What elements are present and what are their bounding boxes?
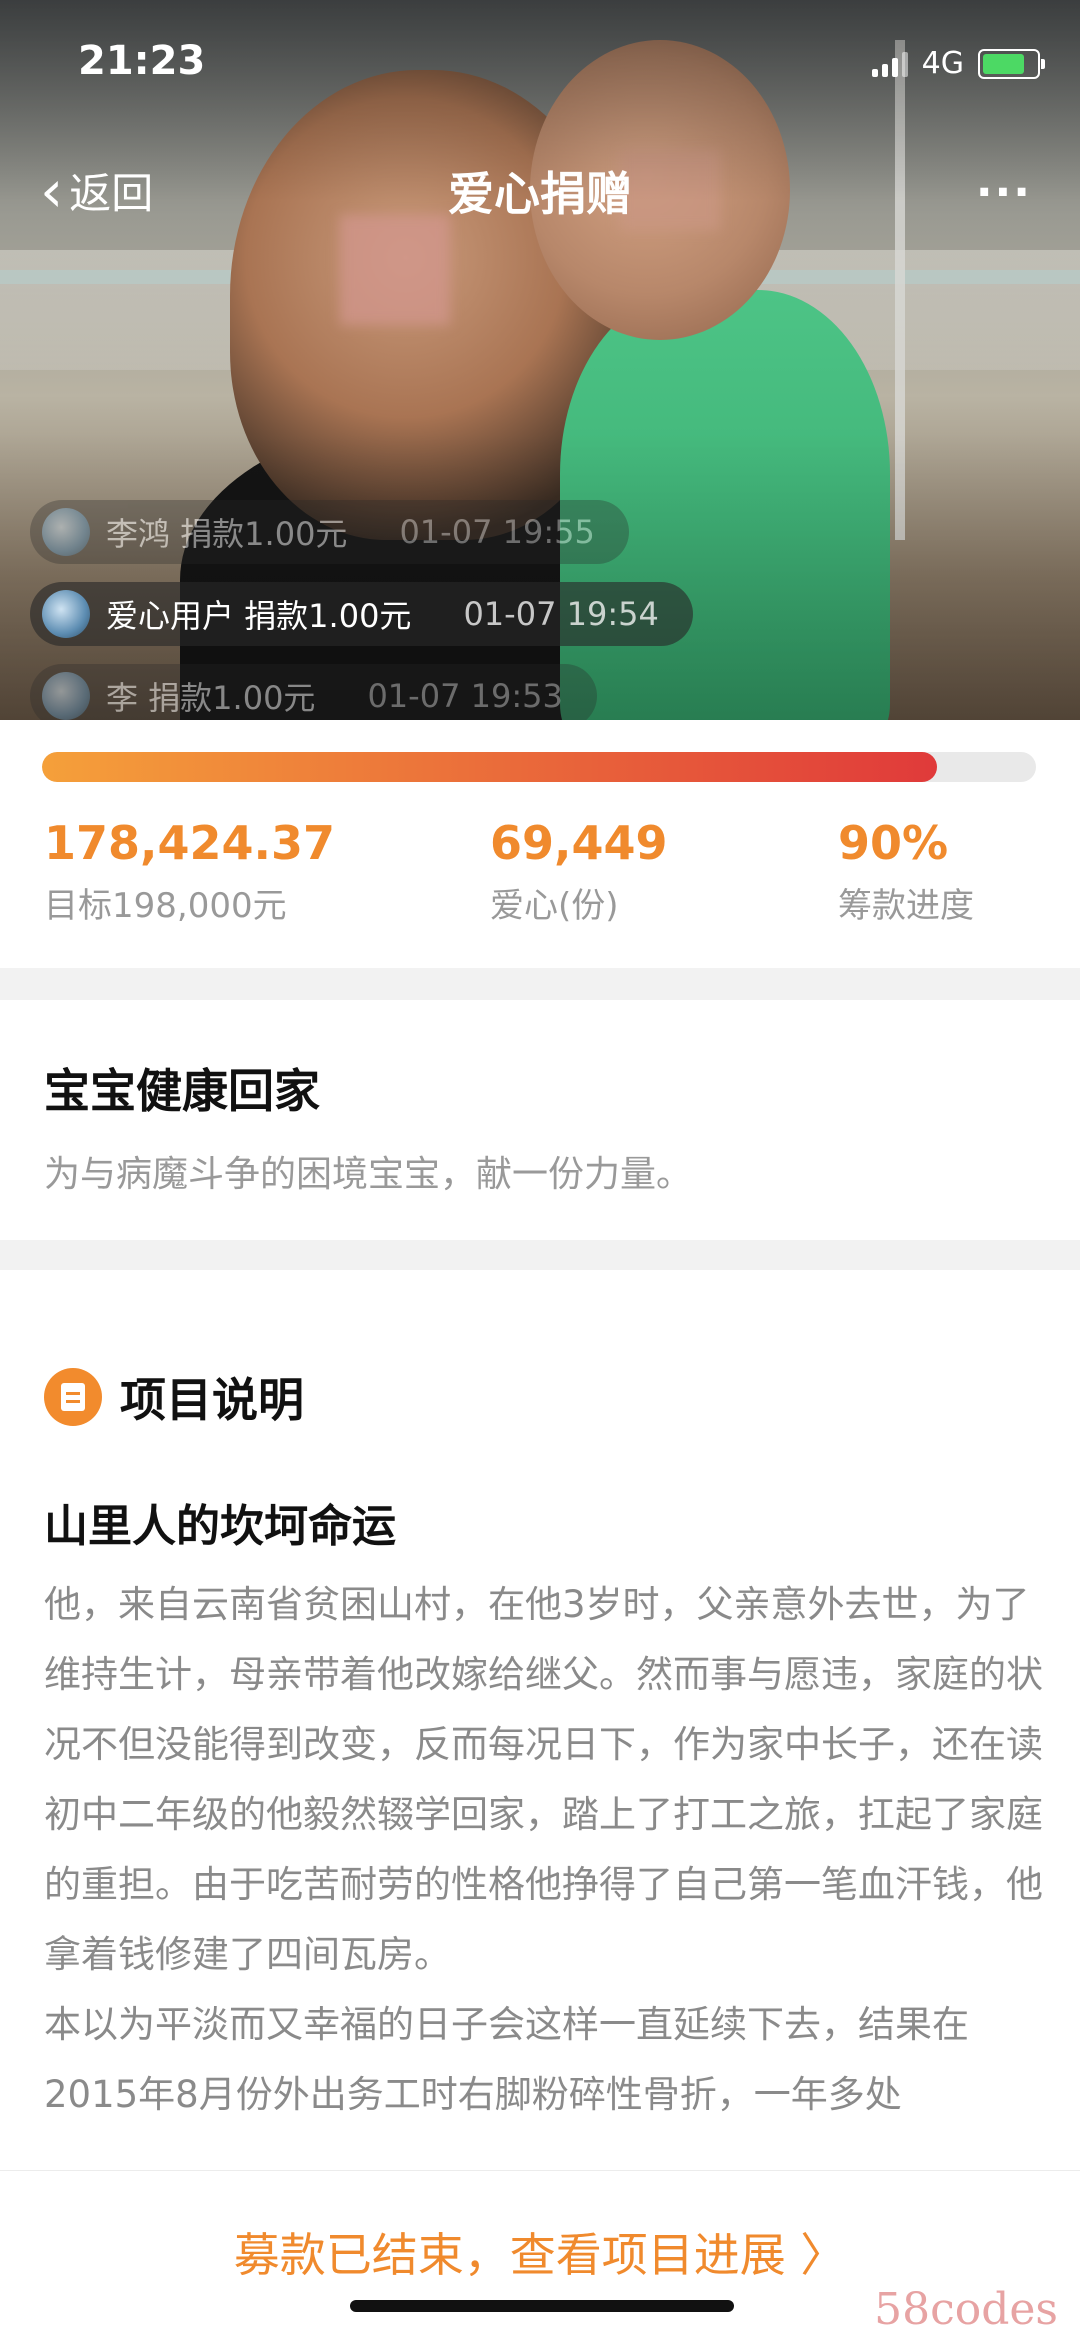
raised-amount: 178,424.37 <box>44 816 336 870</box>
document-icon <box>44 1368 102 1426</box>
home-indicator <box>350 2300 734 2312</box>
stat-raised: 178,424.37 目标198,000元 <box>44 816 335 927</box>
view-progress-button[interactable]: 募款已结束，查看项目进展 〉 <box>0 2219 1080 2285</box>
hearts-label: 爱心(份) <box>490 886 619 926</box>
more-button[interactable]: ... <box>976 156 1032 207</box>
story-paragraph: 他，来自云南省贫困山村，在他3岁时，父亲意外去世，为了维持生计，母亲带着他改嫁给… <box>44 1583 1043 1976</box>
donation-time: 01-07 19:55 <box>399 513 595 551</box>
progress-fill <box>42 752 937 782</box>
story-paragraph: 本以为平淡而又幸福的日子会这样一直延续下去，结果在2015年8月份外出务工时右脚… <box>44 2003 969 2116</box>
section-divider <box>0 1240 1080 1270</box>
section-header: 项目说明 <box>44 1364 304 1430</box>
fundraising-progress: 178,424.37 目标198,000元 69,449 爱心(份) 90% 筹… <box>0 720 1080 968</box>
section-title: 项目说明 <box>120 1373 304 1427</box>
project-intro: 宝宝健康回家 为与病魔斗争的困境宝宝，献一份力量。 <box>0 1000 1080 1240</box>
hearts-count: 69,449 <box>490 816 668 870</box>
battery-icon <box>978 48 1045 79</box>
donation-text: 李 捐款1.00元 <box>106 679 316 717</box>
status-right: 4G <box>871 46 1045 81</box>
donor-avatar <box>42 508 90 556</box>
donor-avatar <box>42 672 90 720</box>
story-text: 他，来自云南省贫困山村，在他3岁时，父亲意外去世，为了维持生计，母亲带着他改嫁给… <box>44 1570 1044 2130</box>
stat-hearts: 69,449 爱心(份) <box>490 816 668 927</box>
target-label: 目标198,000元 <box>44 886 287 926</box>
hero-photo: 李鸿 捐款1.00元 01-07 19:55 爱心用户 捐款1.00元 01-0… <box>0 0 1080 720</box>
story-title: 山里人的坎坷命运 <box>44 1501 396 1552</box>
signal-icon <box>871 51 908 77</box>
donation-text: 爱心用户 捐款1.00元 <box>106 597 412 635</box>
nav-bar: ‹ 返回 爱心捐赠 ... <box>0 150 1080 230</box>
status-time: 21:23 <box>78 38 206 84</box>
percent-label: 筹款进度 <box>838 886 974 926</box>
donation-time: 01-07 19:54 <box>463 595 659 633</box>
percent-value: 90% <box>838 816 949 870</box>
project-subtitle: 为与病魔斗争的困境宝宝，献一份力量。 <box>44 1154 693 1195</box>
project-description: 项目说明 山里人的坎坷命运 他，来自云南省贫困山村，在他3岁时，父亲意外去世，为… <box>0 1270 1080 2170</box>
donation-text: 李鸿 捐款1.00元 <box>106 515 348 553</box>
donation-feed-item: 李 捐款1.00元 01-07 19:53 <box>30 664 597 720</box>
donor-avatar <box>42 590 90 638</box>
page-title: 爱心捐赠 <box>448 167 632 221</box>
donation-time: 01-07 19:53 <box>367 677 563 715</box>
watermark: 58codes <box>874 2284 1058 2335</box>
progress-bar <box>42 752 1036 782</box>
project-title: 宝宝健康回家 <box>44 1064 320 1118</box>
donation-feed-item: 李鸿 捐款1.00元 01-07 19:55 <box>30 500 629 564</box>
status-bar: 21:23 4G <box>0 38 1080 94</box>
section-divider <box>0 968 1080 1000</box>
stat-percent: 90% 筹款进度 <box>838 816 974 927</box>
network-label: 4G <box>921 46 964 81</box>
donation-feed-item: 爱心用户 捐款1.00元 01-07 19:54 <box>30 582 693 646</box>
